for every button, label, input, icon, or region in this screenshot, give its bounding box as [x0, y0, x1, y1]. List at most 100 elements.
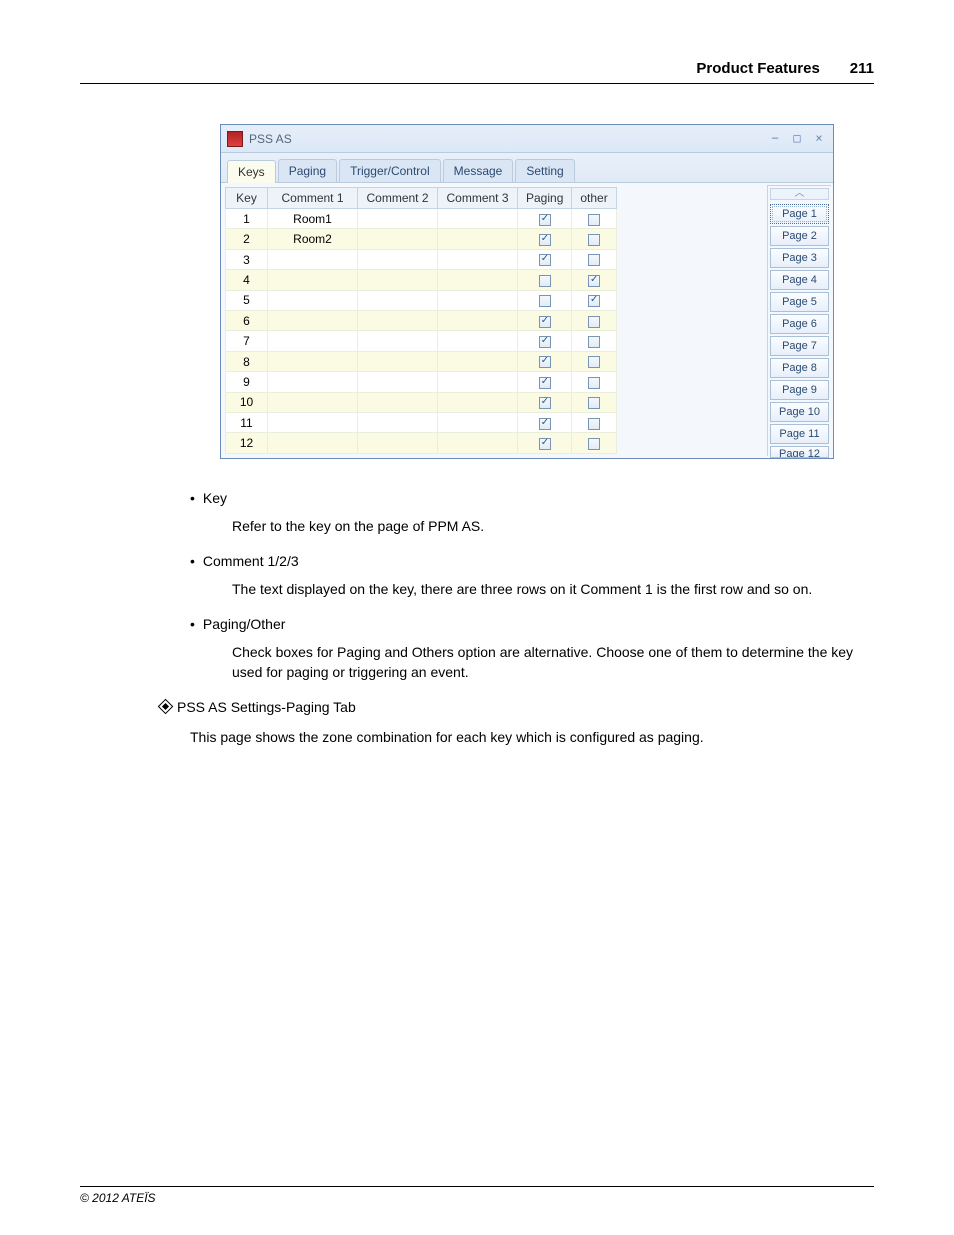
page-button[interactable]: Page 11 — [770, 424, 829, 444]
checkbox[interactable] — [539, 254, 551, 266]
table-row: 12 — [226, 433, 617, 454]
comment-cell[interactable] — [438, 290, 518, 310]
comment-cell[interactable] — [358, 249, 438, 269]
key-cell: 7 — [226, 331, 268, 351]
checkbox[interactable] — [588, 295, 600, 307]
table-row: 3 — [226, 249, 617, 269]
checkbox[interactable] — [588, 214, 600, 226]
comment-cell[interactable] — [358, 229, 438, 249]
table-row: 5 — [226, 290, 617, 310]
comment-cell[interactable] — [268, 290, 358, 310]
comment-cell[interactable] — [358, 209, 438, 229]
checkbox[interactable] — [588, 356, 600, 368]
checkbox[interactable] — [539, 418, 551, 430]
comment-cell[interactable] — [268, 392, 358, 412]
table-row: 1Room1 — [226, 209, 617, 229]
scroll-up-button[interactable]: ︿ — [770, 188, 829, 200]
page-button[interactable]: Page 4 — [770, 270, 829, 290]
other-cell — [572, 270, 616, 290]
page-button[interactable]: Page 10 — [770, 402, 829, 422]
checkbox[interactable] — [588, 336, 600, 348]
tab-paging[interactable]: Paging — [278, 159, 337, 182]
checkbox[interactable] — [588, 438, 600, 450]
page-button[interactable]: Page 3 — [770, 248, 829, 268]
comment-cell[interactable] — [268, 413, 358, 433]
tab-keys[interactable]: Keys — [227, 160, 276, 183]
paging-cell — [518, 392, 572, 412]
checkbox[interactable] — [588, 275, 600, 287]
comment-cell[interactable] — [268, 270, 358, 290]
comment-cell[interactable] — [438, 372, 518, 392]
tab-setting[interactable]: Setting — [515, 159, 574, 182]
column-header[interactable]: other — [572, 188, 616, 209]
page-button[interactable]: Page 9 — [770, 380, 829, 400]
page-button[interactable]: Page 1 — [770, 204, 829, 224]
other-cell — [572, 433, 616, 454]
comment-cell[interactable]: Room2 — [268, 229, 358, 249]
checkbox[interactable] — [588, 418, 600, 430]
column-header[interactable]: Key — [226, 188, 268, 209]
checkbox[interactable] — [539, 234, 551, 246]
checkbox[interactable] — [539, 275, 551, 287]
other-cell — [572, 331, 616, 351]
other-cell — [572, 209, 616, 229]
comment-cell[interactable] — [268, 311, 358, 331]
checkbox[interactable] — [539, 316, 551, 328]
checkbox[interactable] — [588, 316, 600, 328]
comment-cell[interactable] — [268, 249, 358, 269]
column-header[interactable]: Paging — [518, 188, 572, 209]
column-header[interactable]: Comment 2 — [358, 188, 438, 209]
comment-cell[interactable] — [438, 209, 518, 229]
window-titlebar[interactable]: PSS AS − □ × — [221, 125, 833, 153]
comment-cell[interactable] — [358, 311, 438, 331]
comment-cell[interactable] — [358, 392, 438, 412]
comment-cell[interactable] — [268, 433, 358, 454]
comment-cell[interactable] — [438, 229, 518, 249]
tab-trigger-control[interactable]: Trigger/Control — [339, 159, 441, 182]
close-button[interactable]: × — [811, 132, 827, 146]
checkbox[interactable] — [539, 295, 551, 307]
page-button[interactable]: Page 7 — [770, 336, 829, 356]
comment-cell[interactable] — [358, 413, 438, 433]
comment-cell[interactable] — [268, 372, 358, 392]
comment-cell[interactable] — [438, 413, 518, 433]
checkbox[interactable] — [588, 377, 600, 389]
checkbox[interactable] — [539, 377, 551, 389]
comment-cell[interactable] — [268, 331, 358, 351]
comment-cell[interactable] — [438, 433, 518, 454]
checkbox[interactable] — [539, 356, 551, 368]
comment-cell[interactable] — [358, 331, 438, 351]
checkbox[interactable] — [539, 336, 551, 348]
page-button[interactable]: Page 2 — [770, 226, 829, 246]
comment-cell[interactable] — [438, 331, 518, 351]
checkbox[interactable] — [539, 214, 551, 226]
column-header[interactable]: Comment 1 — [268, 188, 358, 209]
page-button[interactable]: Page 8 — [770, 358, 829, 378]
comment-cell[interactable] — [358, 372, 438, 392]
page-button[interactable]: Page 6 — [770, 314, 829, 334]
column-header[interactable]: Comment 3 — [438, 188, 518, 209]
checkbox[interactable] — [588, 234, 600, 246]
comment-cell[interactable] — [438, 311, 518, 331]
comment-cell[interactable] — [358, 290, 438, 310]
comment-cell[interactable]: Room1 — [268, 209, 358, 229]
checkbox[interactable] — [539, 397, 551, 409]
comment-cell[interactable] — [268, 351, 358, 371]
comment-cell[interactable] — [358, 351, 438, 371]
checkbox[interactable] — [539, 438, 551, 450]
page-button[interactable]: Page 12 — [770, 446, 829, 458]
maximize-button[interactable]: □ — [789, 132, 805, 146]
other-cell — [572, 229, 616, 249]
comment-cell[interactable] — [438, 270, 518, 290]
checkbox[interactable] — [588, 254, 600, 266]
key-cell: 4 — [226, 270, 268, 290]
comment-cell[interactable] — [438, 351, 518, 371]
comment-cell[interactable] — [438, 249, 518, 269]
comment-cell[interactable] — [358, 270, 438, 290]
checkbox[interactable] — [588, 397, 600, 409]
comment-cell[interactable] — [358, 433, 438, 454]
tab-message[interactable]: Message — [443, 159, 514, 182]
minimize-button[interactable]: − — [767, 132, 783, 146]
comment-cell[interactable] — [438, 392, 518, 412]
page-button[interactable]: Page 5 — [770, 292, 829, 312]
